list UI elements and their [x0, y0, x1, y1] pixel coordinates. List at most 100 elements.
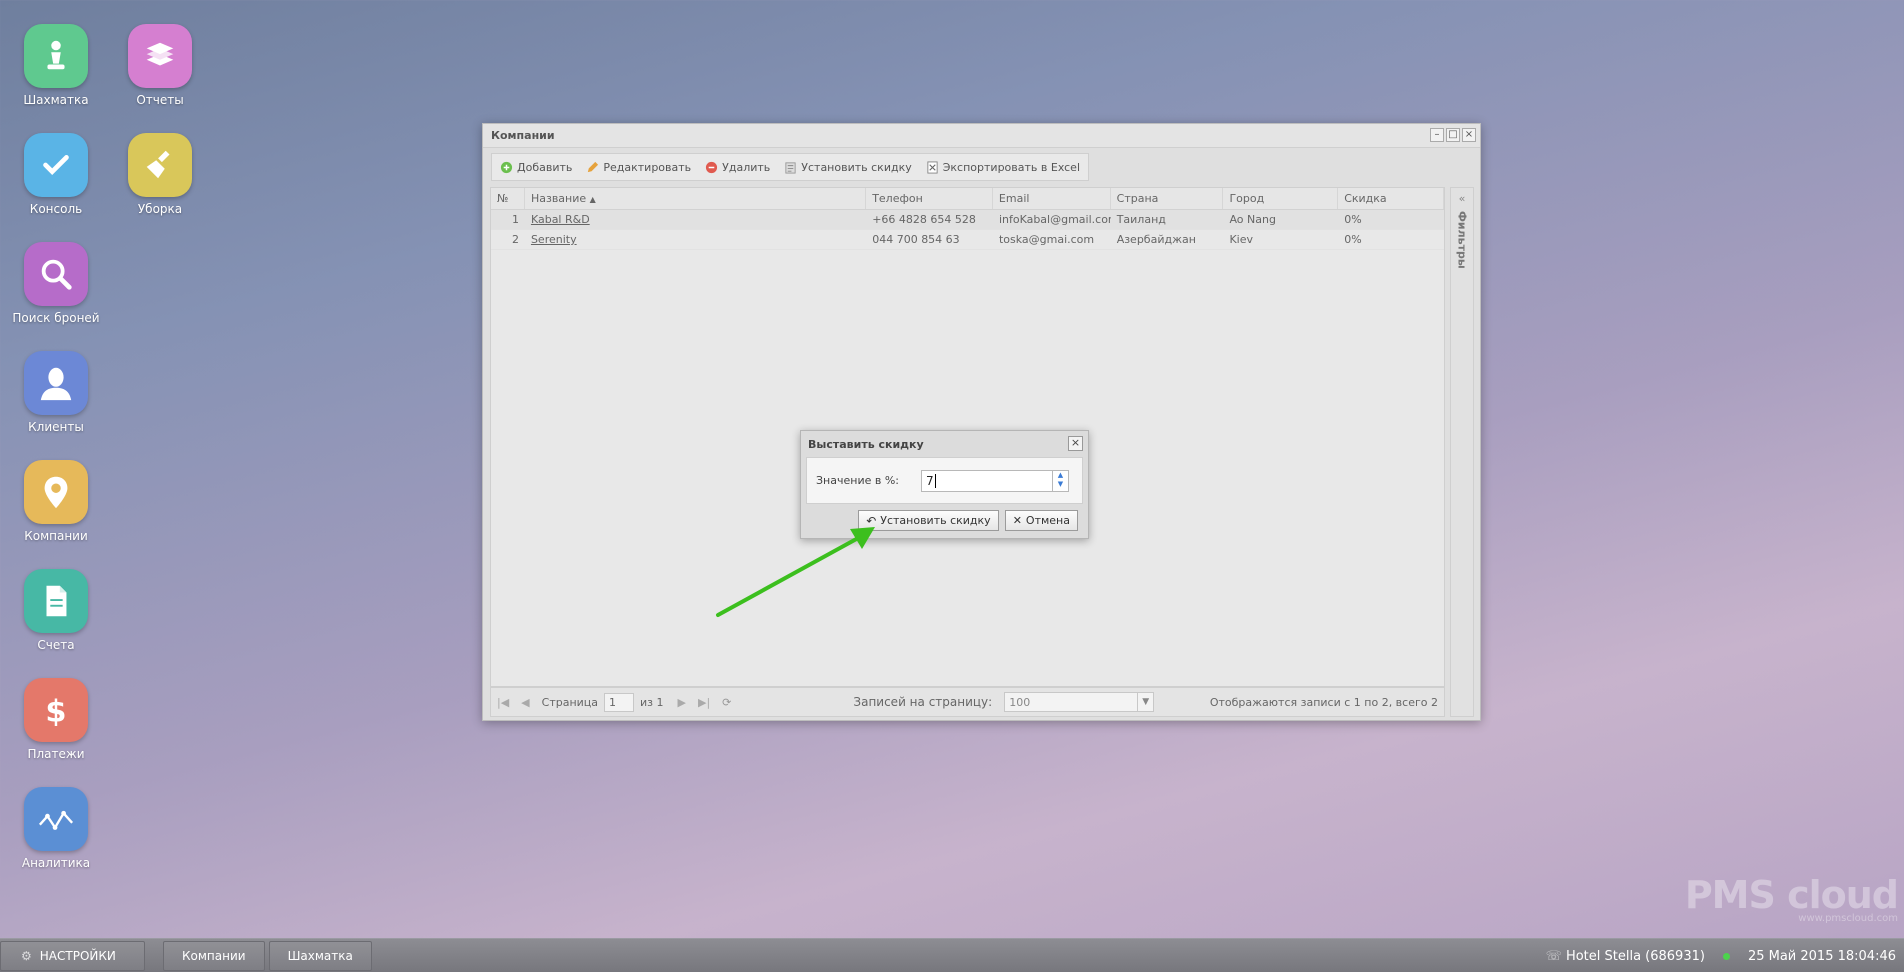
- column-name-label: Название: [530, 192, 587, 205]
- maximize-button[interactable]: □: [1446, 128, 1460, 142]
- first-page-icon[interactable]: |◀: [497, 696, 509, 709]
- svg-text:$: $: [45, 694, 66, 729]
- discount-icon: [785, 161, 796, 174]
- edit-button[interactable]: Редактировать: [586, 161, 691, 174]
- cancel-button-label: Отмена: [1025, 514, 1070, 527]
- grid-header: № Название ▲ Телефон Email Страна Город …: [491, 188, 1444, 210]
- filters-label: Фильтры: [1455, 211, 1469, 269]
- broom-icon: [128, 133, 192, 197]
- page-label: Страница: [541, 695, 599, 709]
- desktop-icon-booking-search[interactable]: Поиск броней: [6, 242, 106, 325]
- datetime: 25 Май 2015 18:04:46: [1747, 948, 1896, 964]
- desktop-icon-label: Компании: [24, 529, 88, 543]
- close-icon[interactable]: ×: [1068, 436, 1083, 451]
- dialog-body: Значение в %: 7 ▲ ▼: [806, 457, 1083, 504]
- delete-button-label: Удалить: [722, 160, 771, 174]
- phone-icon: ☏: [1545, 948, 1562, 964]
- company-name-link[interactable]: Serenity: [531, 233, 577, 246]
- desktop-icon-label: Консоль: [29, 202, 83, 216]
- location-pin-icon: [24, 460, 88, 524]
- magnifier-icon: [24, 242, 88, 306]
- grid-body: 1 Kabal R&D +66 4828 654 528 infoKabal@g…: [491, 210, 1444, 250]
- filters-panel[interactable]: « Фильтры: [1450, 187, 1474, 717]
- cell-phone: +66 4828 654 528: [872, 213, 976, 226]
- page-input[interactable]: [604, 692, 635, 712]
- desktop-icon-label: Шахматка: [23, 93, 89, 107]
- discount-value-input[interactable]: 7 ▲ ▼: [921, 469, 1069, 492]
- last-page-icon[interactable]: ▶|: [698, 696, 710, 709]
- cell-email: infoKabal@gmail.com: [998, 213, 1111, 226]
- hotel-name: Hotel Stella (686931): [1565, 948, 1705, 964]
- cell-city: Kiev: [1229, 233, 1253, 246]
- desktop-icon-reports[interactable]: Отчеты: [110, 24, 210, 107]
- records-summary: Отображаются записи с 1 по 2, всего 2: [1209, 695, 1438, 709]
- cancel-button[interactable]: ✕ Отмена: [1004, 510, 1078, 531]
- books-icon: [128, 24, 192, 88]
- chess-pawn-icon: [24, 24, 88, 88]
- company-name-link[interactable]: Kabal R&D: [531, 213, 590, 226]
- desktop-icon-label: Счета: [37, 638, 75, 652]
- sort-asc-icon: ▲: [589, 195, 596, 204]
- desktop-icon-analytics[interactable]: Аналитика: [6, 787, 106, 870]
- person-icon: [24, 351, 88, 415]
- desktop-icon-label: Платежи: [27, 747, 85, 761]
- table-row[interactable]: 1 Kabal R&D +66 4828 654 528 infoKabal@g…: [491, 210, 1444, 230]
- column-email[interactable]: Email: [993, 188, 1111, 209]
- per-page-label: Записей на страницу:: [853, 695, 993, 709]
- check-icon: [24, 133, 88, 197]
- cell-country: Таиланд: [1116, 213, 1166, 226]
- spinner-arrows-icon[interactable]: ▲ ▼: [1052, 470, 1068, 491]
- desktop-icon-chessboard[interactable]: Шахматка: [6, 24, 106, 107]
- add-button[interactable]: Добавить: [500, 161, 572, 174]
- next-page-icon[interactable]: ▶: [678, 696, 686, 709]
- discount-value: 7: [926, 473, 934, 488]
- desktop-icon-console[interactable]: Консоль: [6, 133, 106, 216]
- set-discount-button[interactable]: Установить скидку: [784, 161, 912, 174]
- column-city[interactable]: Город: [1223, 188, 1339, 209]
- desktop-icon-clients[interactable]: Клиенты: [6, 351, 106, 434]
- refresh-icon[interactable]: ⟳: [722, 696, 731, 709]
- desktop-icon-payments[interactable]: $ Платежи: [6, 678, 106, 761]
- pencil-icon: [588, 161, 599, 172]
- settings-label: НАСТРОЙКИ: [39, 948, 116, 963]
- column-name[interactable]: Название ▲: [525, 188, 867, 209]
- per-page-select[interactable]: 100 ▼: [1004, 692, 1155, 712]
- settings-button[interactable]: ⚙ НАСТРОЙКИ: [0, 940, 145, 971]
- plus-circle-icon: [500, 161, 513, 173]
- window-controls: – □ ×: [1430, 128, 1476, 142]
- column-phone[interactable]: Телефон: [866, 188, 993, 209]
- desktop-icon-label: Отчеты: [136, 93, 184, 107]
- prev-page-icon[interactable]: ◀: [521, 696, 529, 709]
- taskbar: ⚙ НАСТРОЙКИ Компании Шахматка ☏ Hotel Ste…: [0, 938, 1904, 972]
- minus-circle-icon: [706, 161, 718, 173]
- confirm-button-label: Установить скидку: [880, 514, 991, 527]
- edit-button-label: Редактировать: [603, 160, 692, 174]
- document-icon: [24, 569, 88, 633]
- delete-button[interactable]: Удалить: [705, 161, 770, 174]
- table-row[interactable]: 2 Serenity 044 700 854 63 toska@gmai.com…: [491, 230, 1444, 250]
- taskbar-tab-companies[interactable]: Компании: [163, 940, 265, 971]
- column-number[interactable]: №: [491, 188, 525, 209]
- desktop-icon-invoices[interactable]: Счета: [6, 569, 106, 652]
- minimize-button[interactable]: –: [1430, 128, 1444, 142]
- cell-discount: 0%: [1344, 213, 1362, 226]
- per-page-value: 100: [1009, 695, 1031, 709]
- desktop-icon-companies[interactable]: Компании: [6, 460, 106, 543]
- excel-icon: [927, 160, 938, 174]
- add-button-label: Добавить: [517, 160, 573, 174]
- desktop-icon-cleaning[interactable]: Уборка: [110, 133, 210, 216]
- close-window-button[interactable]: ×: [1462, 128, 1476, 142]
- taskbar-tab-chessboard[interactable]: Шахматка: [268, 940, 372, 971]
- chevron-down-icon[interactable]: ▼: [1137, 693, 1153, 711]
- collapse-left-icon[interactable]: «: [1451, 192, 1473, 205]
- toolbar: Добавить Редактировать Удалить Установит…: [491, 153, 1090, 181]
- window-title: Компании: [483, 124, 1480, 148]
- dialog-title: Выставить скидку: [808, 437, 924, 451]
- column-discount[interactable]: Скидка: [1338, 188, 1444, 209]
- companies-window: Компании – □ × Добавить Редактировать Уд…: [482, 123, 1481, 721]
- column-country[interactable]: Страна: [1111, 188, 1224, 209]
- x-icon: ✕: [1012, 514, 1022, 527]
- hotel-info[interactable]: ☏ Hotel Stella (686931): [1546, 949, 1705, 964]
- cell-phone: 044 700 854 63: [872, 233, 960, 246]
- export-excel-button[interactable]: Экспортировать в Excel: [926, 161, 1080, 174]
